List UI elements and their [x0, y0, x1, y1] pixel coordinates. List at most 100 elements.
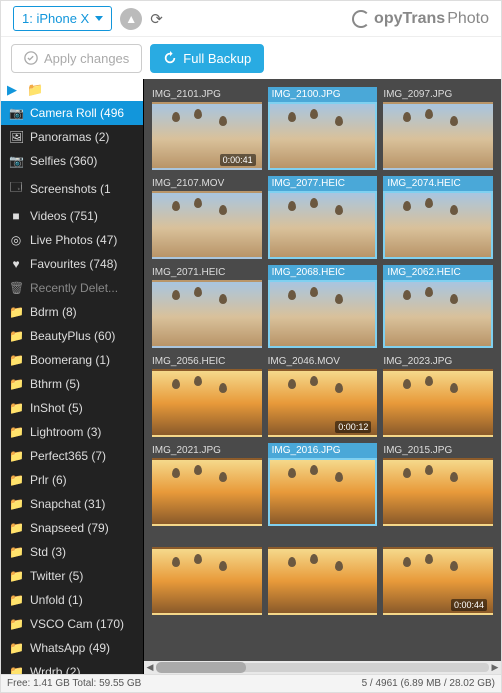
album-icon: 📁 [9, 305, 23, 319]
album-icon: 📁 [9, 497, 23, 511]
sidebar-item[interactable]: 📁Snapchat (31) [1, 492, 143, 516]
photo-thumb[interactable]: IMG_2077.HEIC [268, 176, 378, 259]
sidebar-item[interactable]: 📁Perfect365 (7) [1, 444, 143, 468]
album-icon: 📁 [9, 641, 23, 655]
photo-image: 0:00:44 [383, 547, 493, 615]
sidebar-item[interactable]: 📁Std (3) [1, 540, 143, 564]
album-label: Screenshots (1 [30, 182, 111, 196]
sidebar-item[interactable]: 📁 Wrdrb (2) [1, 660, 143, 674]
status-left: Free: 1.41 GB Total: 59.55 GB [7, 678, 141, 689]
album-icon: 📁 [9, 545, 23, 559]
scroll-left-arrow[interactable]: ◀ [144, 661, 156, 674]
eject-icon[interactable]: ▲ [120, 8, 142, 30]
photo-thumb[interactable]: IMG_2056.HEIC [152, 354, 262, 437]
album-icon: ♥ [9, 257, 23, 271]
sidebar-item[interactable]: 📁 Prlr (6) [1, 468, 143, 492]
sidebar-item[interactable]: ♥Favourites (748) [1, 252, 143, 276]
album-label: WhatsApp (49) [30, 641, 110, 655]
photo-image [152, 369, 262, 437]
album-icon: 🗔 [9, 178, 23, 199]
sidebar-item[interactable]: 📁Unfold (1) [1, 588, 143, 612]
album-label: VSCO Cam (170) [30, 617, 124, 631]
album-label: Panoramas (2) [30, 130, 109, 144]
photo-thumb[interactable]: IMG_2097.JPG [383, 87, 493, 170]
album-icon: 📁 [9, 473, 23, 487]
status-bar: Free: 1.41 GB Total: 59.55 GB 5 / 4961 (… [1, 674, 501, 692]
scroll-right-arrow[interactable]: ▶ [489, 661, 501, 674]
refresh-icon[interactable]: ⟳ [150, 10, 163, 28]
device-selector[interactable]: 1: iPhone X [13, 6, 112, 31]
scroll-handle[interactable] [156, 662, 246, 673]
check-circle-icon [24, 51, 38, 65]
photo-thumb[interactable]: IMG_2100.JPG [268, 87, 378, 170]
sidebar-item[interactable]: 📷Camera Roll (496 [1, 101, 143, 125]
chevron-down-icon [95, 16, 103, 21]
sidebar-item[interactable]: 🗔 Screenshots (1 [1, 173, 143, 204]
photo-image [268, 458, 378, 526]
sidebar-item[interactable]: 📁Lightroom (3) [1, 420, 143, 444]
photo-filename: IMG_2046.MOV [268, 354, 378, 369]
sidebar-item[interactable]: 📁BeautyPlus (60) [1, 324, 143, 348]
photo-filename [268, 532, 378, 547]
sidebar-item[interactable]: 📁Boomerang (1) [1, 348, 143, 372]
sidebar-item[interactable]: 📁Bdrm (8) [1, 300, 143, 324]
photo-thumb[interactable]: IMG_2023.JPG [383, 354, 493, 437]
photo-filename: IMG_2107.MOV [152, 176, 262, 191]
album-label: Wrdrb (2) [30, 665, 80, 674]
photo-filename [152, 532, 262, 547]
photo-thumb[interactable]: 0:00:44 [383, 532, 493, 615]
album-label: Selfies (360) [30, 154, 97, 168]
album-icon: 📁 [9, 665, 23, 674]
pc-tab-icon[interactable]: 📁 [27, 82, 43, 98]
full-backup-button[interactable]: Full Backup [150, 44, 264, 73]
photo-thumb[interactable]: IMG_2021.JPG [152, 443, 262, 526]
sidebar-item[interactable]: 📁Snapseed (79) [1, 516, 143, 540]
horizontal-scrollbar[interactable]: ◀ ▶ [144, 661, 501, 674]
apply-changes-button[interactable]: Apply changes [11, 44, 142, 73]
sidebar-item[interactable]: ◎Live Photos (47) [1, 228, 143, 252]
album-icon: 📷 [9, 154, 23, 168]
sidebar-item[interactable]: ■Videos (751) [1, 204, 143, 228]
photo-thumb[interactable]: IMG_2068.HEIC [268, 265, 378, 348]
photo-thumb[interactable]: IMG_2101.JPG0:00:41 [152, 87, 262, 170]
album-label: Unfold (1) [30, 593, 83, 607]
photo-thumb[interactable]: IMG_2046.MOV0:00:12 [268, 354, 378, 437]
album-list[interactable]: 📷Camera Roll (496 🖼 Panoramas (2) 📷 Selfies … [1, 101, 143, 674]
photo-grid[interactable]: IMG_2101.JPG0:00:41IMG_2100.JPG IMG_2097.… [144, 79, 501, 661]
photo-thumb[interactable] [152, 532, 262, 615]
sidebar-item[interactable]: 📁VSCO Cam (170) [1, 612, 143, 636]
video-duration: 0:00:44 [451, 599, 487, 611]
photo-filename: IMG_2068.HEIC [268, 265, 378, 280]
sidebar-item[interactable]: 📷 Selfies (360) [1, 149, 143, 173]
photo-thumb[interactable]: IMG_2107.MOV [152, 176, 262, 259]
sidebar-item[interactable]: 📁InShot (5) [1, 396, 143, 420]
album-label: Prlr (6) [30, 473, 67, 487]
photo-thumb[interactable]: IMG_2071.HEIC [152, 265, 262, 348]
photo-thumb[interactable]: IMG_2074.HEIC [383, 176, 493, 259]
photo-image [268, 102, 378, 170]
sidebar-item[interactable]: 📁 WhatsApp (49) [1, 636, 143, 660]
album-icon: 🖼 [9, 130, 23, 144]
device-tab-icon[interactable]: ▶ [7, 82, 17, 98]
sidebar-item[interactable]: 🗑Recently Delet... [1, 276, 143, 300]
topbar: 1: iPhone X ▲ ⟳ opyTrans Photo [1, 1, 501, 37]
photo-thumb[interactable]: IMG_2015.JPG [383, 443, 493, 526]
photo-thumb[interactable] [268, 532, 378, 615]
actionbar: Apply changes Full Backup [1, 37, 501, 79]
sidebar-item[interactable]: 📁Bthrm (5) [1, 372, 143, 396]
photo-filename: IMG_2097.JPG [383, 87, 493, 102]
album-icon: 📁 [9, 425, 23, 439]
photo-filename: IMG_2074.HEIC [383, 176, 493, 191]
album-icon: ◎ [9, 233, 23, 247]
photo-thumb[interactable]: IMG_2016.JPG [268, 443, 378, 526]
photo-filename: IMG_2015.JPG [383, 443, 493, 458]
photo-filename: IMG_2016.JPG [268, 443, 378, 458]
photo-image [383, 280, 493, 348]
photo-filename: IMG_2062.HEIC [383, 265, 493, 280]
album-label: Camera Roll (496 [30, 106, 124, 120]
sidebar-item[interactable]: 📁Twitter (5) [1, 564, 143, 588]
photo-image [383, 458, 493, 526]
photo-filename: IMG_2023.JPG [383, 354, 493, 369]
photo-thumb[interactable]: IMG_2062.HEIC [383, 265, 493, 348]
sidebar-item[interactable]: 🖼 Panoramas (2) [1, 125, 143, 149]
